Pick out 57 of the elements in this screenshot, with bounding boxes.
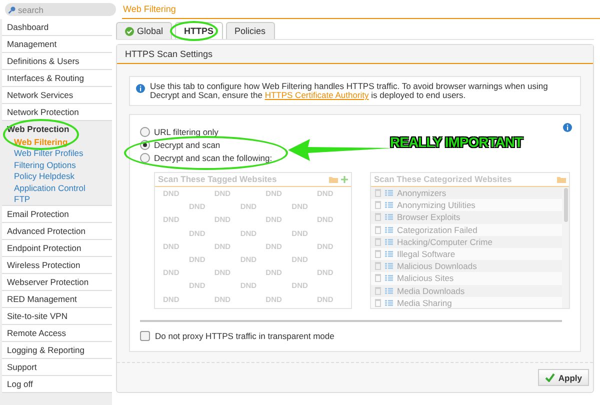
sidebar-item[interactable]: Wireless Protection	[2, 257, 112, 274]
sidebar-subitem[interactable]: FTP	[7, 194, 112, 206]
info-icon	[136, 84, 145, 93]
annotation-label: REALLY IMPORTANT	[390, 134, 523, 150]
sidebar-item-label[interactable]: Web Protection	[7, 124, 70, 134]
list-icon	[385, 190, 393, 196]
highlight-ellipse	[170, 21, 218, 41]
list-icon	[385, 251, 393, 258]
sidebar-item[interactable]: Network Services	[2, 87, 112, 104]
list-title: Scan These Categorized Websites	[374, 173, 513, 186]
list-icon	[385, 202, 393, 208]
radio-label[interactable]: Decrypt and scan the following:	[154, 152, 272, 162]
sidebar-item[interactable]: Email Protection	[2, 206, 112, 224]
sidebar-item[interactable]: Advanced Protection	[2, 223, 112, 240]
search-field[interactable]: search	[5, 3, 116, 16]
sidebar-item[interactable]: Support	[2, 359, 112, 376]
sidebar-subitem[interactable]: Application Control	[7, 182, 112, 194]
check-icon	[545, 373, 556, 382]
sidebar-item[interactable]: Remote Access	[2, 325, 112, 342]
checkbox[interactable]	[140, 331, 150, 341]
list-icon	[385, 238, 393, 245]
radio-label[interactable]: URL filtering only	[154, 126, 218, 136]
sidebar-item[interactable]: Log off	[2, 376, 112, 394]
list-icon	[385, 275, 393, 282]
list-icon	[385, 288, 393, 294]
info-text: Use this tab to configure how Web Filtering handles HTTPS traffic. To avoid browser warnings when using Decrypt and Scan, ensure the HTTPS Certificate Authority is deployed to end users.	[150, 82, 549, 100]
sidebar-subitem[interactable]: Filtering Options	[7, 160, 112, 172]
search-icon	[8, 6, 16, 14]
panel-title: HTTPS Scan Settings	[117, 45, 593, 64]
apply-button[interactable]: Apply	[538, 369, 589, 386]
sidebar-item[interactable]: Management	[2, 36, 112, 53]
checkbox-label[interactable]: Do not proxy HTTPS traffic in transparent mode	[155, 331, 334, 341]
sidebar-item[interactable]: Definitions & Users	[2, 53, 112, 70]
list-icon	[385, 214, 393, 220]
search-input[interactable]: search	[18, 4, 108, 14]
sidebar-subitem[interactable]: Policy Helpdesk	[7, 171, 112, 183]
sidebar-subitem[interactable]: Web Filter Profiles	[7, 148, 112, 160]
sidebar-item[interactable]: Interfaces & Routing	[2, 70, 112, 87]
sidebar-item[interactable]: Webserver Protection	[2, 274, 112, 292]
page-title: Web Filtering	[122, 0, 600, 19]
sidebar-item[interactable]: Network Protection	[2, 104, 112, 121]
sidebar-item[interactable]: Dashboard	[2, 19, 112, 36]
sidebar-item[interactable]: RED Management	[2, 291, 112, 308]
radio-label[interactable]: Decrypt and scan	[154, 140, 220, 150]
list-title: Scan These Tagged Websites	[158, 173, 278, 186]
radio-button[interactable]	[140, 152, 150, 162]
radio-button[interactable]	[140, 126, 150, 136]
sidebar-item[interactable]: Site-to-site VPN	[2, 308, 112, 326]
sidebar-item[interactable]: Endpoint Protection	[2, 240, 112, 258]
radio-button[interactable]	[140, 140, 150, 150]
sidebar-item[interactable]: Logging & Reporting	[2, 342, 112, 360]
list-icon	[385, 263, 393, 270]
list-icon	[385, 300, 393, 306]
tab[interactable]: Global	[116, 22, 172, 39]
tab[interactable]: Policies	[226, 22, 275, 39]
list-icon	[385, 226, 393, 233]
info-icon[interactable]	[563, 123, 572, 132]
